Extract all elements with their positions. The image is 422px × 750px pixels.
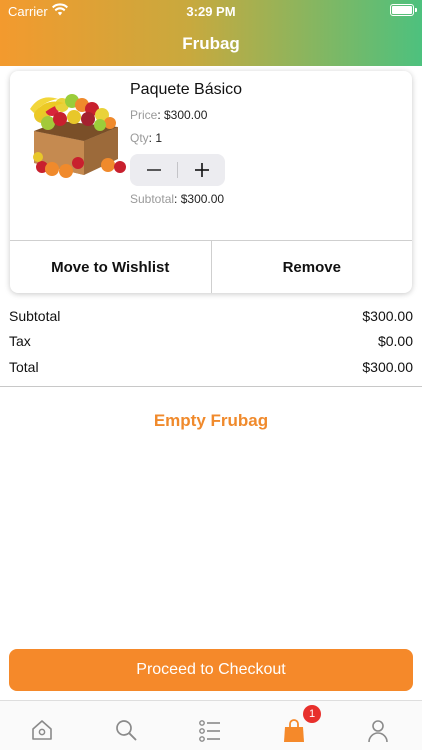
quantity-line: Qty: 1 [130, 131, 162, 145]
proceed-to-checkout-button[interactable]: Proceed to Checkout [9, 649, 413, 691]
item-subtotal-line: Subtotal: $300.00 [130, 192, 224, 206]
person-icon [368, 720, 388, 743]
tab-search[interactable] [84, 701, 168, 750]
bag-icon [284, 719, 304, 742]
empty-bag-button[interactable]: Empty Frubag [0, 411, 422, 431]
summary-row-total: Total $300.00 [9, 354, 413, 380]
quantity-label: Qty [130, 131, 149, 145]
plus-icon [194, 163, 209, 177]
product-name: Paquete Básico [130, 81, 243, 98]
summary-value: $300.00 [362, 358, 413, 375]
item-subtotal-value: : $300.00 [174, 192, 225, 206]
decrement-button[interactable] [130, 154, 177, 186]
summary-value: $300.00 [362, 307, 413, 324]
tab-home[interactable] [0, 701, 84, 750]
quantity-value: : 1 [148, 131, 163, 145]
status-time: 3:29 PM [186, 4, 236, 19]
battery-icon [390, 4, 417, 16]
home-icon [32, 720, 52, 740]
status-bar: Carrier 3:29 PM [0, 0, 422, 22]
product-image [30, 94, 126, 178]
quantity-stepper [130, 154, 225, 186]
tab-profile[interactable] [336, 701, 420, 750]
cart-item-card: Paquete Básico Price: $300.00 Qty: 1 Sub… [10, 71, 412, 293]
summary-value: $0.00 [377, 333, 413, 350]
price-line: Price: $300.00 [130, 108, 207, 122]
page-title: Frubag [182, 34, 240, 53]
summary-row-subtotal: Subtotal $300.00 [9, 303, 413, 329]
search-icon [116, 720, 137, 741]
tab-bar: 1 [0, 700, 422, 750]
increment-button[interactable] [178, 154, 225, 186]
remove-button[interactable]: Remove [210, 241, 413, 293]
summary-row-tax: Tax $0.00 [9, 329, 413, 355]
item-subtotal-label: Subtotal [130, 192, 175, 206]
summary-label: Tax [9, 333, 31, 350]
price-value: : $300.00 [157, 108, 208, 122]
list-icon [199, 720, 220, 742]
divider [0, 386, 422, 387]
bag-count-badge: 1 [303, 705, 321, 723]
tab-list[interactable] [168, 701, 252, 750]
price-label: Price [130, 108, 158, 122]
card-actions: Move to Wishlist Remove [10, 240, 412, 293]
summary-label: Total [9, 358, 39, 375]
summary-label: Subtotal [9, 307, 61, 324]
header: Carrier 3:29 PM Frubag [0, 0, 422, 66]
minus-icon [146, 169, 161, 171]
tab-bag[interactable] [252, 701, 336, 750]
move-to-wishlist-button[interactable]: Move to Wishlist [10, 241, 211, 293]
order-summary: Subtotal $300.00 Tax $0.00 Total $300.00 [9, 303, 413, 380]
